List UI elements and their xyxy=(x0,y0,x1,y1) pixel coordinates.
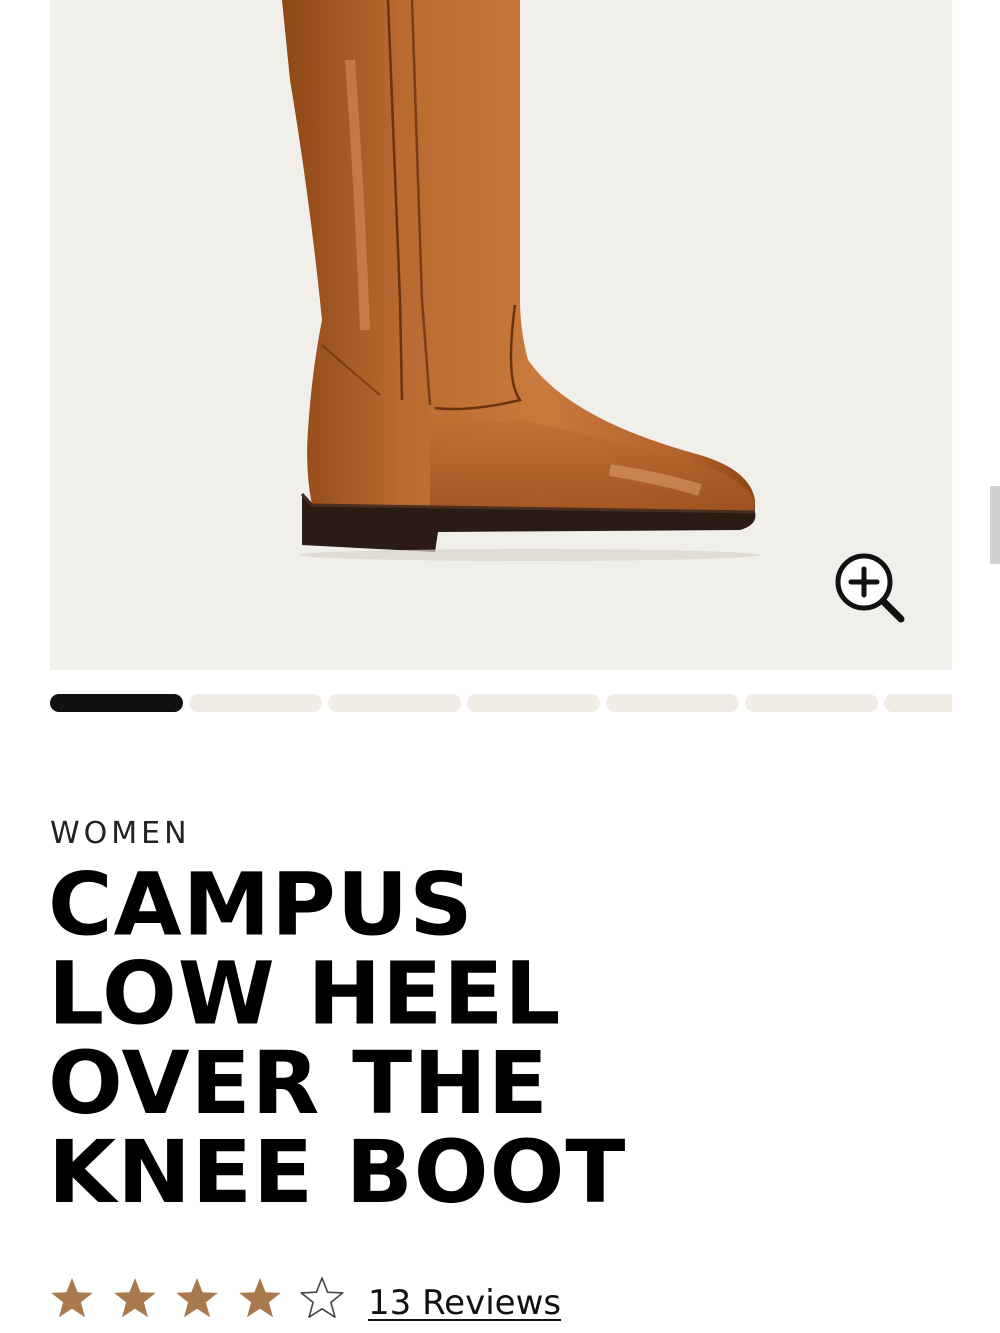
gallery-page-dot[interactable] xyxy=(328,694,461,712)
product-title-line: CAMPUS xyxy=(48,854,474,956)
product-page: WOMEN CAMPUS LOW HEEL OVER THE KNEE BOOT… xyxy=(0,0,1000,1333)
gallery-page-dot[interactable] xyxy=(745,694,878,712)
star-filled-icon xyxy=(113,1278,156,1318)
star-filled-icon xyxy=(176,1278,218,1318)
star-empty-icon xyxy=(300,1277,344,1318)
star-filled-icon xyxy=(238,1278,281,1318)
gallery-pagination xyxy=(50,694,952,712)
product-image-gallery[interactable] xyxy=(50,0,952,670)
gallery-page-dot[interactable] xyxy=(50,694,183,712)
gallery-page-dot[interactable] xyxy=(189,694,322,712)
product-category[interactable]: WOMEN xyxy=(50,816,191,851)
gallery-page-dot[interactable] xyxy=(884,694,952,712)
product-title-line: LOW HEEL xyxy=(48,943,562,1045)
product-title-line: OVER THE xyxy=(48,1032,549,1134)
product-title-line: KNEE BOOT xyxy=(48,1121,627,1223)
reviews-link[interactable]: 13 Reviews xyxy=(368,1283,561,1323)
zoom-in-icon[interactable] xyxy=(830,548,910,628)
product-title: CAMPUS LOW HEEL OVER THE KNEE BOOT xyxy=(48,860,988,1217)
star-filled-icon xyxy=(51,1278,93,1318)
boot-photo xyxy=(282,0,760,561)
page-scrollbar-thumb[interactable] xyxy=(990,486,1000,564)
gallery-page-dot[interactable] xyxy=(467,694,600,712)
gallery-page-dot[interactable] xyxy=(606,694,739,712)
